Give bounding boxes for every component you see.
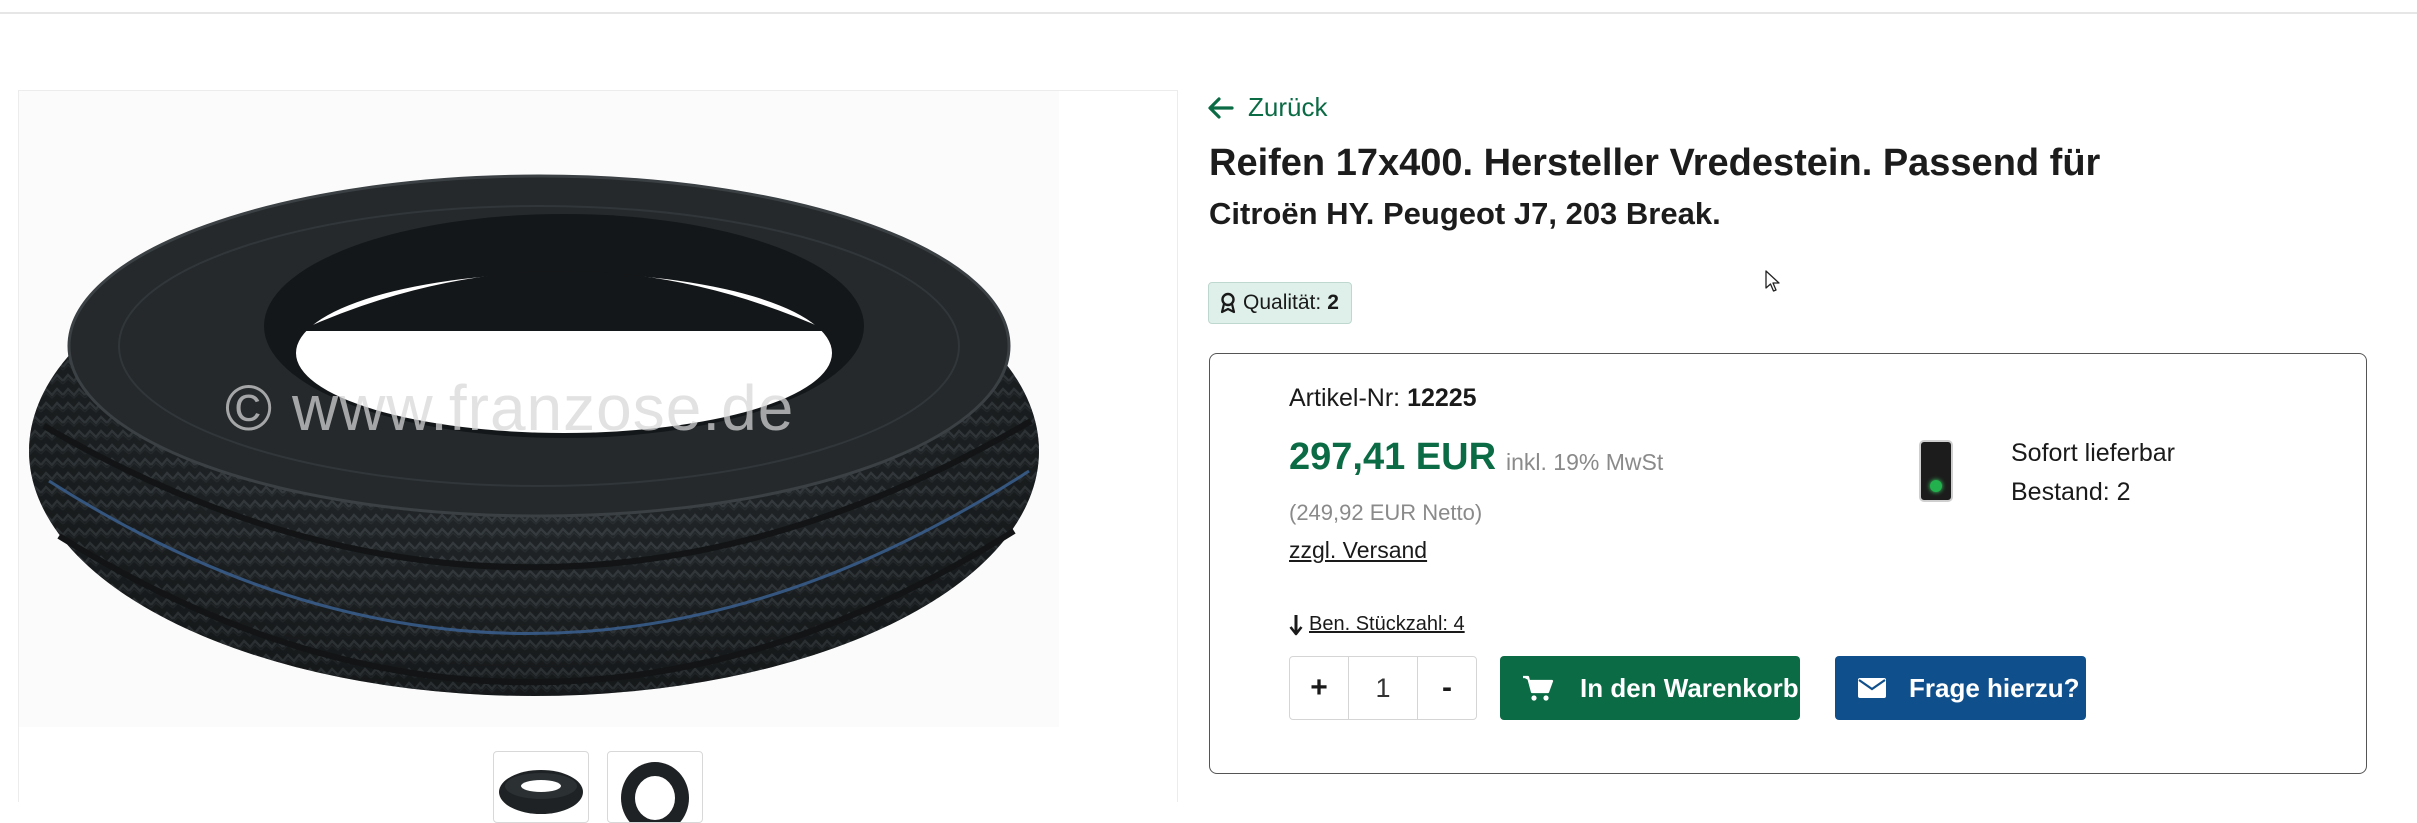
award-icon: [1220, 292, 1236, 314]
net-price: (249,92 EUR Netto): [1289, 500, 1483, 525]
tire-thumbnail-1[interactable]: [493, 751, 589, 823]
availability-lamp: [1930, 480, 1942, 492]
shipping-link[interactable]: zzgl. Versand: [1289, 537, 1427, 564]
article-number-value: 12225: [1407, 384, 1477, 412]
vat-note: inkl. 19% MwSt: [1506, 449, 1664, 475]
product-title: Reifen 17x400. Hersteller Vredestein. Pa…: [1209, 142, 2101, 184]
quantity-input[interactable]: 1: [1348, 657, 1418, 719]
product-main-image[interactable]: © www.franzose.de: [19, 91, 1059, 727]
arrow-left-icon: [1208, 96, 1234, 119]
add-to-cart-button[interactable]: In den Warenkorb: [1500, 656, 1800, 720]
quantity-decrement-button[interactable]: -: [1418, 657, 1476, 719]
tire-thumbnail-icon: [499, 770, 583, 814]
product-subtitle: Citroën HY. Peugeot J7, 203 Break.: [1209, 196, 1721, 231]
purchase-panel: Artikel-Nr: 12225 297,41 EUR inkl. 19% M…: [1209, 353, 2367, 774]
ask-question-button[interactable]: Frage hierzu?: [1835, 656, 2086, 720]
back-link-label: Zurück: [1248, 92, 1328, 122]
quality-value: 2: [1327, 291, 1339, 314]
ask-question-label: Frage hierzu?: [1909, 672, 2080, 703]
required-pieces[interactable]: Ben. Stückzahl: 4: [1289, 613, 1465, 636]
quantity-increment-button[interactable]: +: [1290, 657, 1348, 719]
availability-info: Sofort lieferbar Bestand: 2: [2011, 434, 2175, 512]
envelope-icon: [1858, 678, 1886, 698]
article-number: Artikel-Nr: 12225: [1289, 384, 1477, 413]
product-gallery: © www.franzose.de: [18, 90, 1178, 823]
header-divider: [0, 12, 2417, 14]
required-pieces-label: Ben. Stückzahl: 4: [1309, 613, 1465, 635]
mouse-cursor-icon: [1765, 270, 1780, 292]
quality-label: Qualität:: [1243, 291, 1322, 314]
tire-thumbnail-icon: [621, 762, 689, 822]
traffic-light-icon: [1919, 440, 1953, 502]
image-watermark: © www.franzose.de: [225, 372, 795, 444]
arrow-down-icon: [1289, 614, 1303, 635]
stock-count: Bestand: 2: [2011, 478, 2131, 506]
quantity-stepper: + 1 -: [1289, 656, 1477, 720]
cart-icon: [1523, 675, 1554, 701]
back-link[interactable]: Zurück: [1208, 92, 1327, 123]
product-price: 297,41 EUR: [1289, 436, 1497, 478]
tire-thumbnail-2[interactable]: [607, 751, 703, 823]
add-to-cart-label: In den Warenkorb: [1580, 672, 1799, 703]
quality-badge: Qualität: 2: [1208, 282, 1352, 324]
availability-status: Sofort lieferbar: [2011, 439, 2175, 467]
article-number-label: Artikel-Nr:: [1289, 384, 1401, 412]
